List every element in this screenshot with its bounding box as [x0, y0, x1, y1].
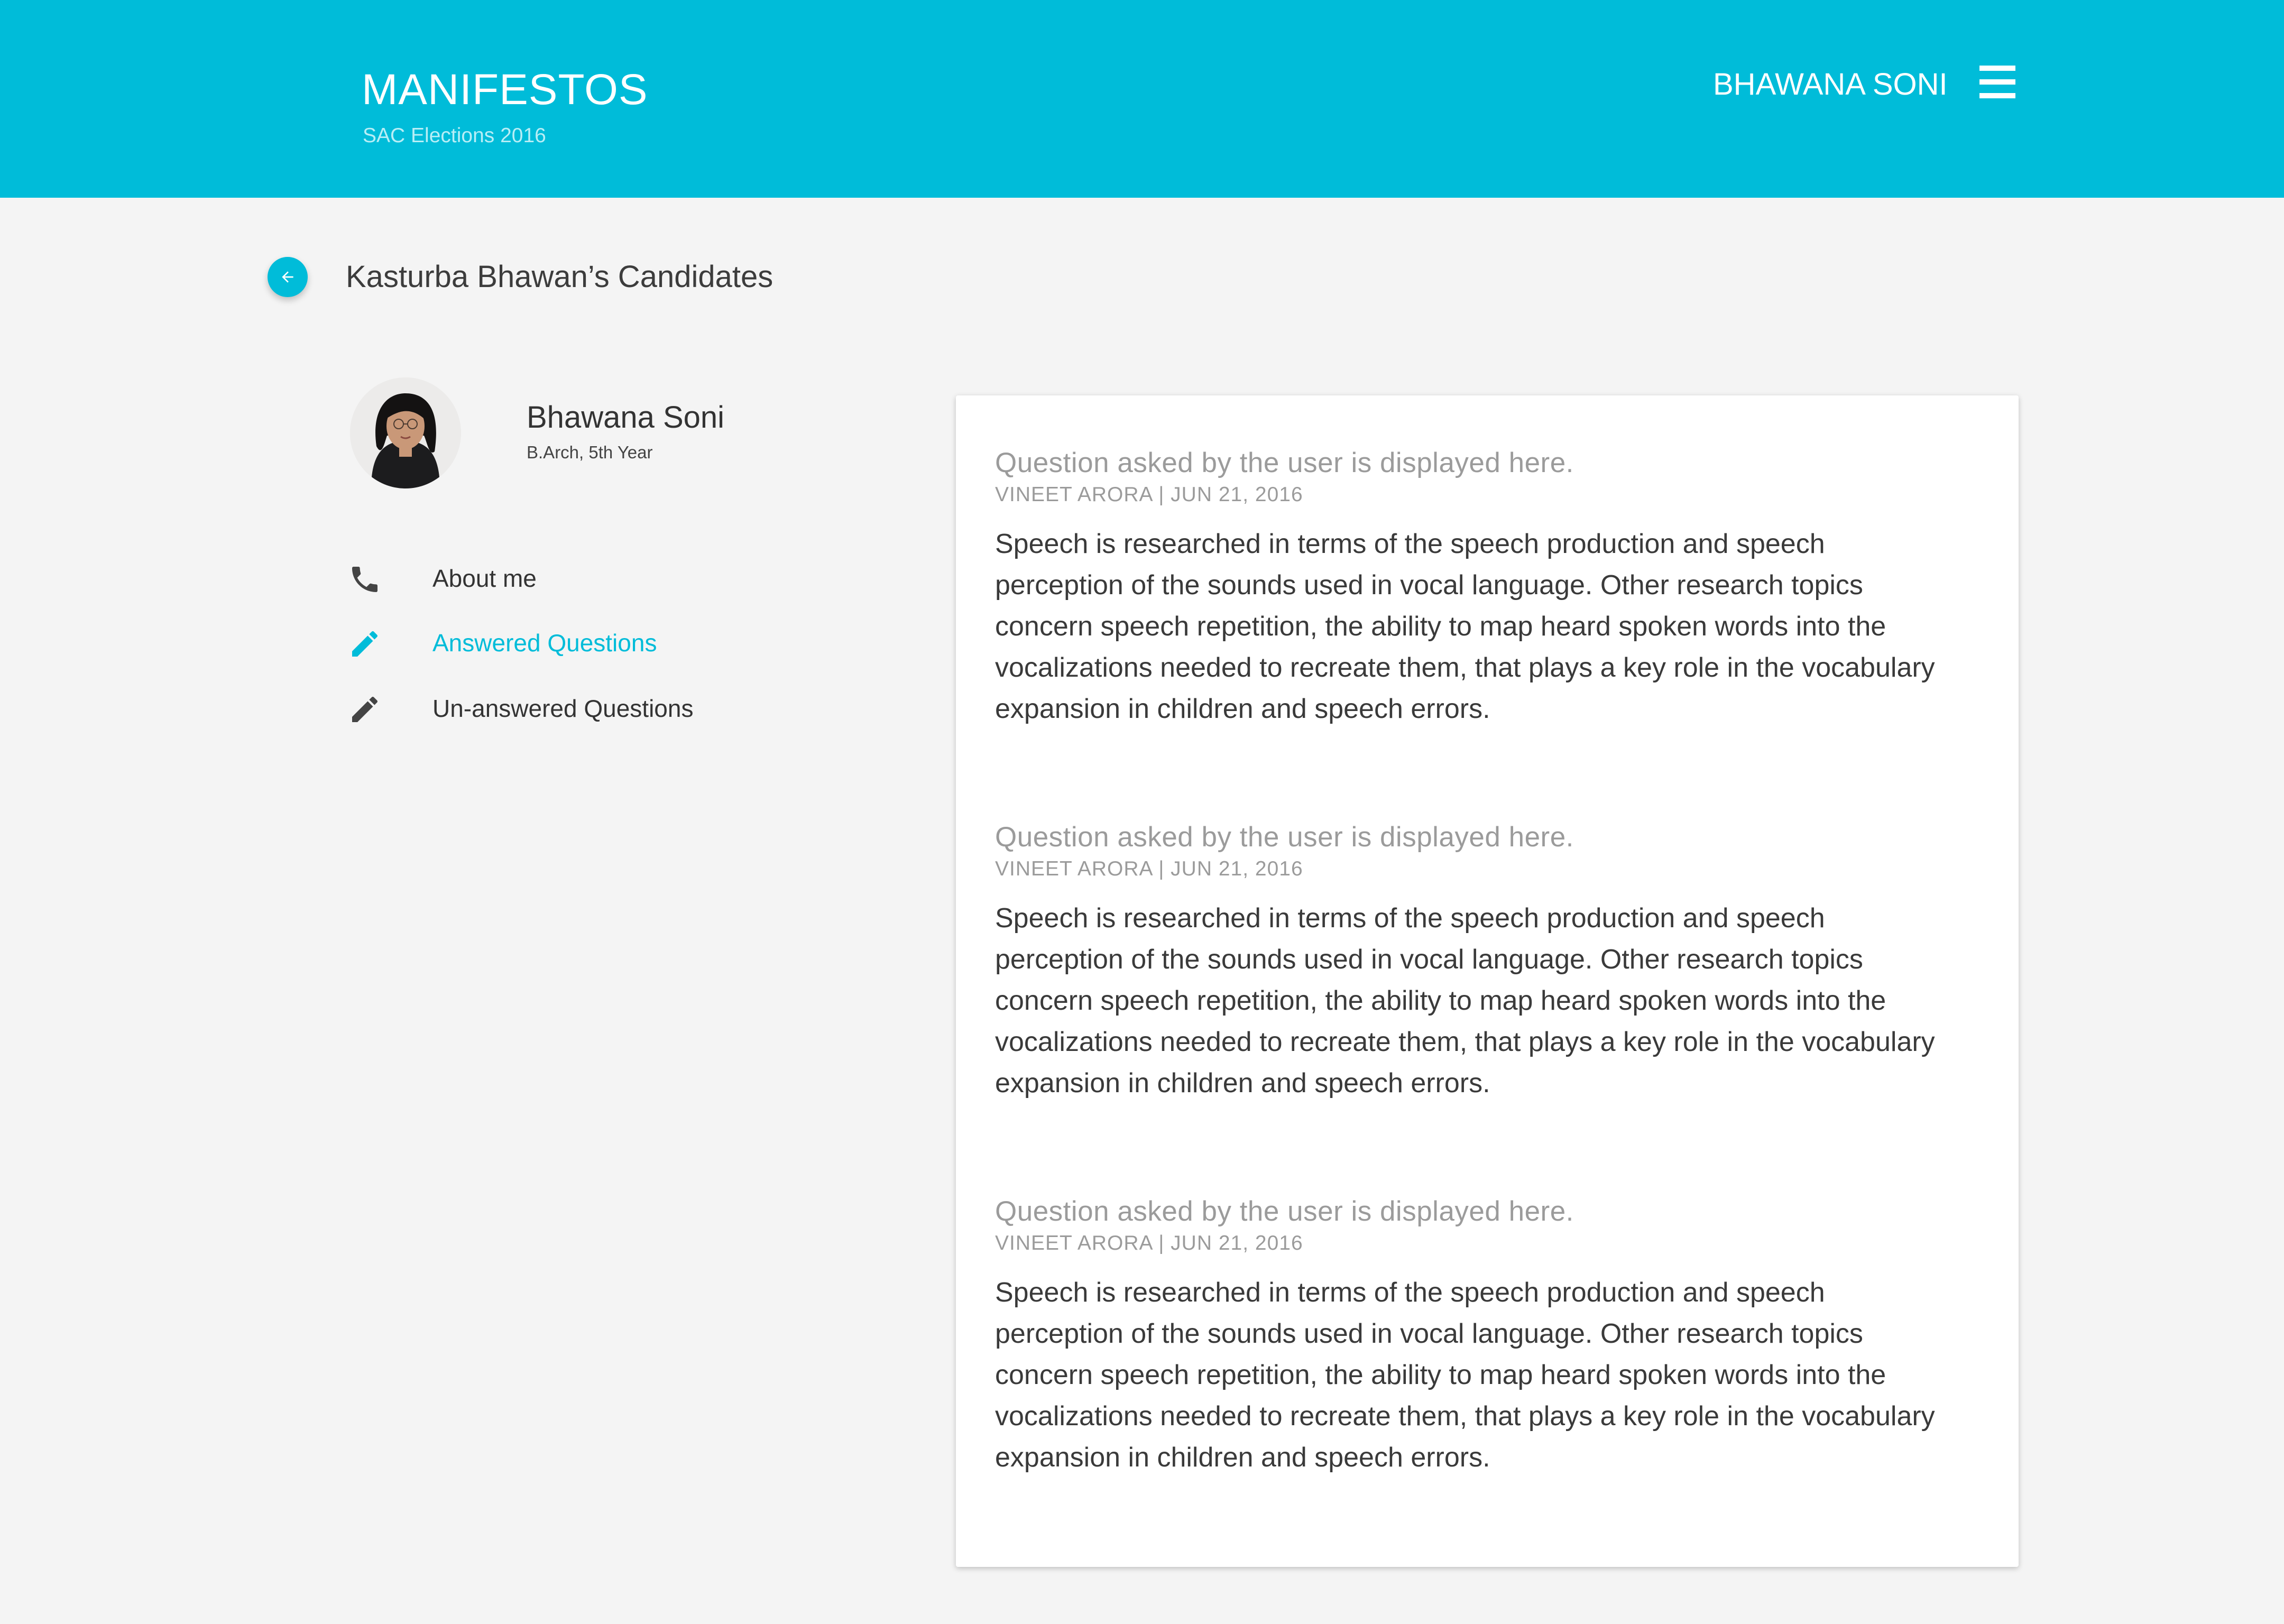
phone-icon: [352, 567, 377, 592]
question-meta: VINEET ARORA | JUN 21, 2016: [995, 1232, 1303, 1254]
app-subtitle: SAC Elections 2016: [363, 124, 546, 147]
qa-item: Question asked by the user is displayed …: [995, 820, 1973, 1104]
back-button[interactable]: [268, 257, 308, 297]
avatar-image: [350, 377, 461, 488]
user-name[interactable]: BHAWANA SONI: [1713, 63, 1948, 106]
pencil-icon: [352, 631, 378, 657]
menu-icon[interactable]: [1979, 66, 2015, 98]
candidate-name: Bhawana Soni: [527, 400, 725, 435]
nav-item-unanswered-questions[interactable]: Un-answered Questions: [344, 687, 819, 730]
app-title: MANIFESTOS: [362, 66, 648, 114]
question-meta: VINEET ARORA | JUN 21, 2016: [995, 483, 1303, 506]
candidate-details: B.Arch, 5th Year: [527, 442, 653, 462]
page-title: Kasturba Bhawan’s Candidates: [346, 260, 773, 294]
question-text: Question asked by the user is displayed …: [995, 1196, 1574, 1227]
question-text: Question asked by the user is displayed …: [995, 822, 1574, 853]
qa-item: Question asked by the user is displayed …: [995, 1195, 1973, 1478]
nav-label: Answered Questions: [432, 629, 657, 657]
nav-label: About me: [432, 565, 537, 592]
pencil-icon: [352, 696, 378, 722]
answer-text: Speech is researched in terms of the spe…: [995, 1277, 1935, 1473]
question-text: Question asked by the user is displayed …: [995, 447, 1574, 478]
answer-text: Speech is researched in terms of the spe…: [995, 529, 1935, 724]
answer-text: Speech is researched in terms of the spe…: [995, 903, 1935, 1099]
question-meta: VINEET ARORA | JUN 21, 2016: [995, 857, 1303, 880]
nav-item-answered-questions[interactable]: Answered Questions: [344, 622, 819, 664]
avatar: [350, 377, 461, 488]
answers-card: Question asked by the user is displayed …: [956, 395, 2019, 1567]
nav-label: Un-answered Questions: [432, 695, 694, 722]
app-header: MANIFESTOS SAC Elections 2016 BHAWANA SO…: [0, 0, 2284, 198]
arrow-left-icon: [282, 271, 293, 283]
qa-item: Question asked by the user is displayed …: [995, 446, 1973, 730]
nav-item-about-me[interactable]: About me: [344, 557, 819, 599]
